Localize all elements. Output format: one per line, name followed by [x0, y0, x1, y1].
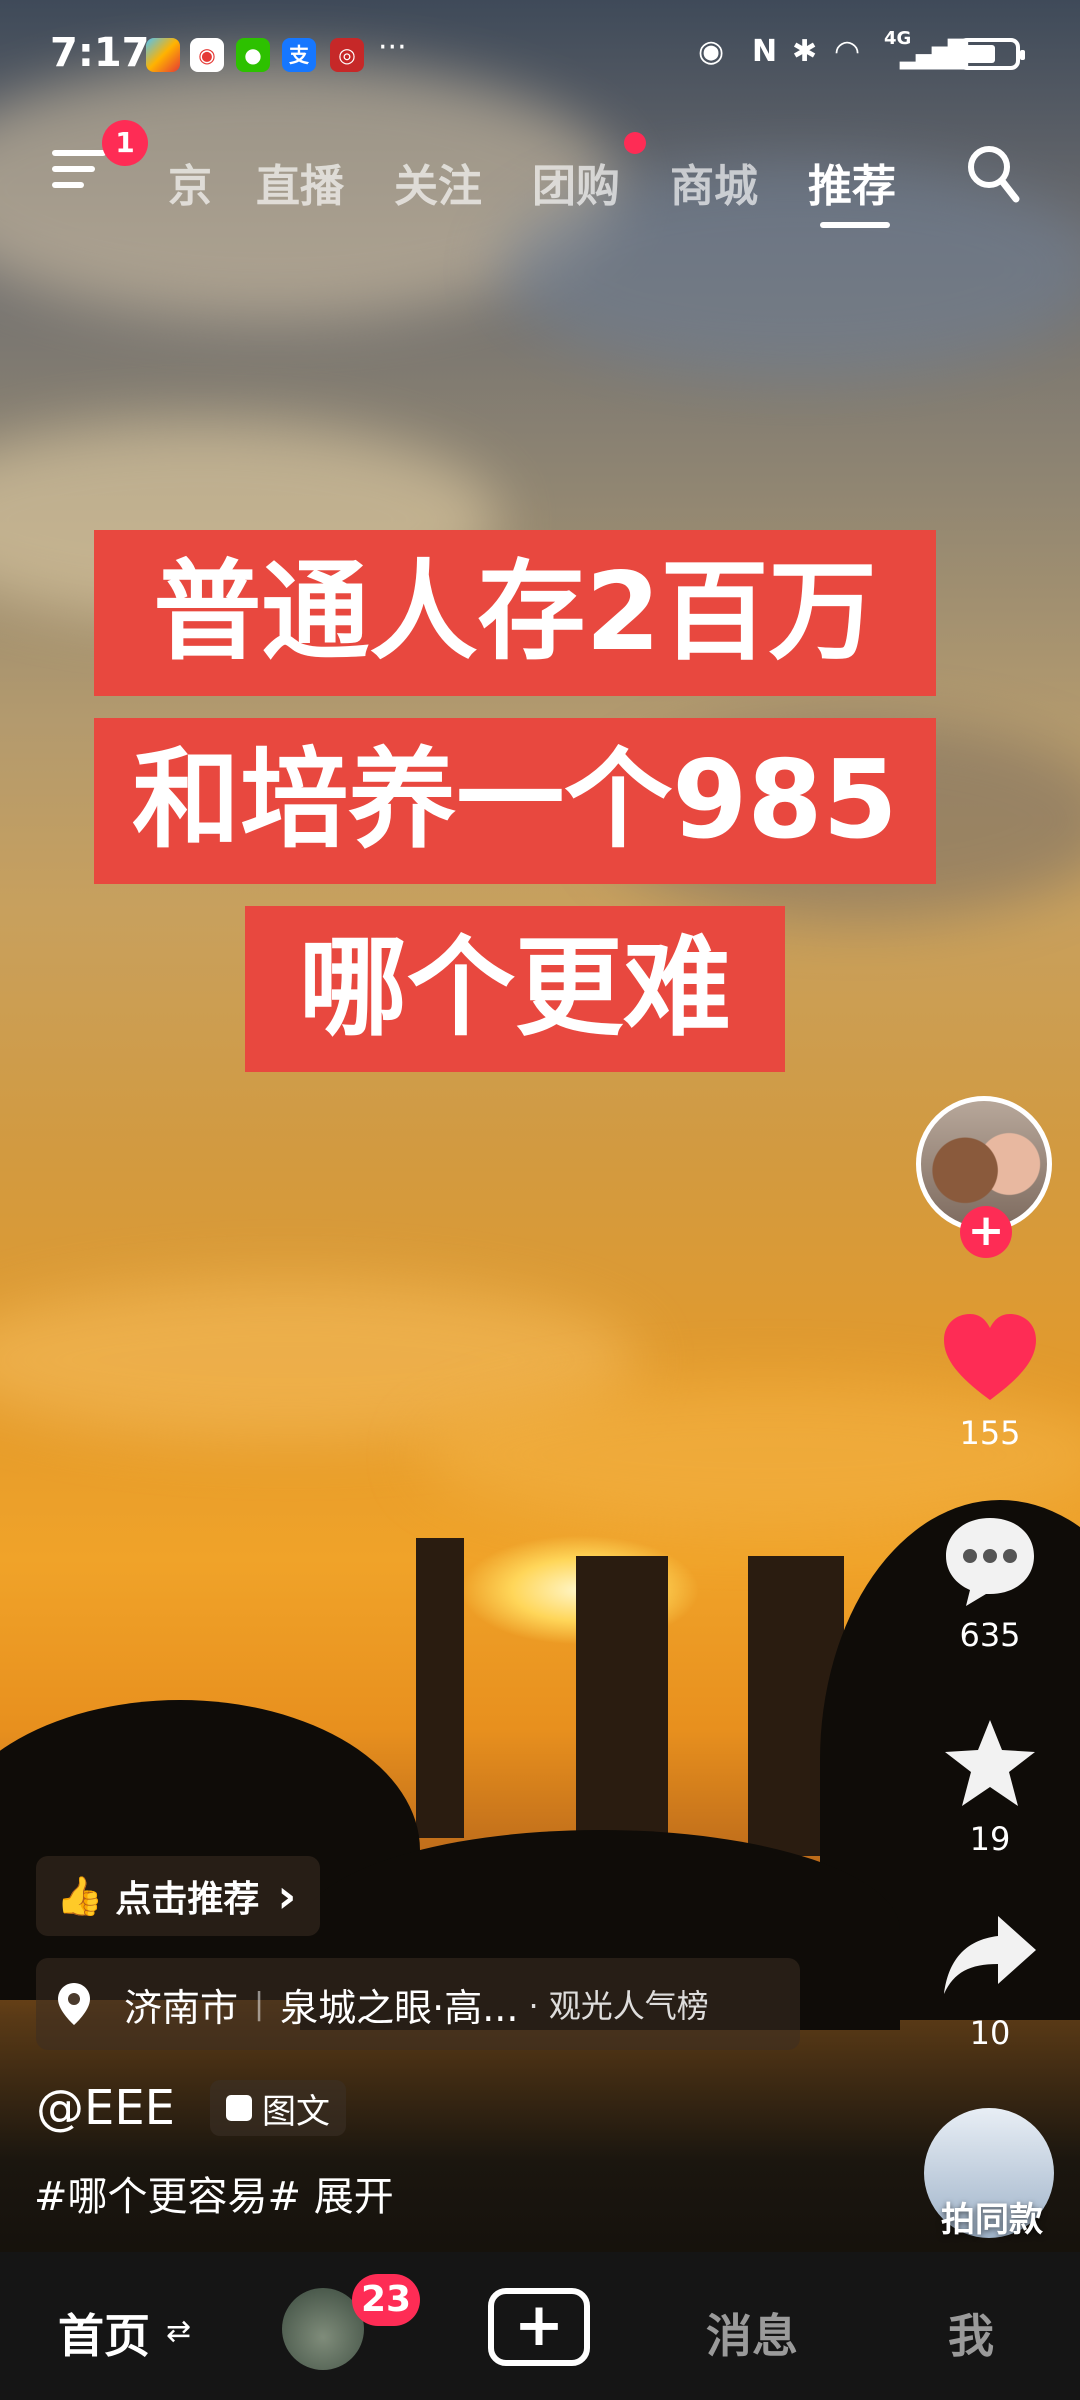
image-text-icon [226, 2095, 252, 2121]
follow-button[interactable]: + [960, 1206, 1012, 1258]
bank-app-icon: ◎ [330, 38, 364, 72]
building-silhouette [576, 1556, 668, 1846]
share-count: 10 [969, 2014, 1011, 2052]
headline-line-1: 普通人存2百万 [94, 530, 936, 696]
same-style-label[interactable]: 拍同款 [928, 2192, 1056, 2241]
location-link[interactable]: 济南市 | 泉城之眼·高... · 观光人气榜 [36, 1958, 800, 2050]
tab-group-buy[interactable]: 团购 [532, 150, 620, 214]
building-silhouette [416, 1538, 464, 1838]
location-rank: · 观光人气榜 [528, 1987, 709, 2025]
clock: 7:17 [50, 30, 150, 76]
bluetooth-icon: ✱ [792, 34, 818, 69]
signal-icon: ▂▄▆█ [900, 40, 968, 70]
comment-icon [946, 1518, 1034, 1606]
create-post-button[interactable]: + [488, 2288, 590, 2366]
battery-icon [958, 38, 1025, 70]
friends-badge: 23 [352, 2274, 420, 2326]
author-name[interactable]: @EEE [36, 2080, 175, 2136]
wechat-icon: ● [236, 38, 270, 72]
wifi-icon: ◠ [834, 34, 861, 69]
app-notification-icon [146, 38, 180, 72]
share-button[interactable]: 10 [930, 1910, 1050, 2052]
alipay-icon: 支 [282, 38, 316, 72]
switch-arrows-icon: ⇄ [166, 2314, 192, 2349]
active-tab-indicator [820, 222, 890, 228]
group-buy-dot-badge [624, 132, 646, 154]
post-description[interactable]: #哪个更容易# 展开 [34, 2164, 394, 2222]
like-count: 155 [959, 1414, 1021, 1452]
recommend-button[interactable]: 👍 点击推荐 › [36, 1856, 321, 1936]
tab-recommend[interactable]: 推荐 [808, 150, 896, 214]
comment-count: 635 [959, 1616, 1021, 1654]
post-type-label: 图文 [262, 2091, 330, 2132]
nav-messages[interactable]: 消息 [706, 2300, 798, 2366]
comment-button[interactable]: 635 [930, 1512, 1050, 1654]
video-feed-screen[interactable]: 7:17 ◉ ● 支 ◎ ··· ◉ N ✱ ◠ 4G ▂▄▆█ 1 京 直播 … [0, 0, 1080, 2400]
tab-following[interactable]: 关注 [394, 150, 482, 214]
tab-live[interactable]: 直播 [256, 150, 344, 214]
recommend-label: 点击推荐 [115, 1879, 260, 1920]
heart-icon [944, 1314, 1036, 1400]
headline-line-2: 和培养一个985 [94, 718, 936, 884]
search-icon[interactable] [966, 144, 1020, 204]
thumbs-up-icon: 👍 [56, 1873, 104, 1918]
location-city: 济南市 [124, 1985, 239, 2030]
favorite-count: 19 [969, 1820, 1011, 1858]
nfc-icon: N [752, 34, 778, 69]
nav-home[interactable]: 首页 [58, 2300, 150, 2366]
menu-icon[interactable] [52, 150, 106, 194]
menu-badge: 1 [102, 120, 148, 166]
status-bar: 7:17 ◉ ● 支 ◎ ··· ◉ N ✱ ◠ 4G ▂▄▆█ [0, 0, 1080, 110]
more-notifications-icon: ··· [378, 30, 407, 65]
bottom-nav-bar: 首页 ⇄ 23 + 消息 我 [0, 2252, 1080, 2400]
weibo-icon: ◉ [190, 38, 224, 72]
chevron-right-icon: › [277, 1869, 297, 1923]
tab-mall[interactable]: 商城 [670, 150, 758, 214]
tab-jing[interactable]: 京 [168, 150, 212, 214]
star-icon [945, 1720, 1035, 1806]
location-poi: 泉城之眼·高... [280, 1985, 519, 2030]
post-type-tag: 图文 [210, 2080, 346, 2136]
location-pin-icon [58, 1983, 90, 2025]
favorite-button[interactable]: 19 [930, 1716, 1050, 1858]
headline-line-3: 哪个更难 [245, 906, 785, 1072]
location-divider: | [254, 1986, 265, 2022]
nav-me[interactable]: 我 [948, 2300, 994, 2366]
like-button[interactable]: 155 [930, 1310, 1050, 1452]
eye-comfort-icon: ◉ [698, 34, 725, 69]
share-arrow-icon [944, 1916, 1036, 1994]
